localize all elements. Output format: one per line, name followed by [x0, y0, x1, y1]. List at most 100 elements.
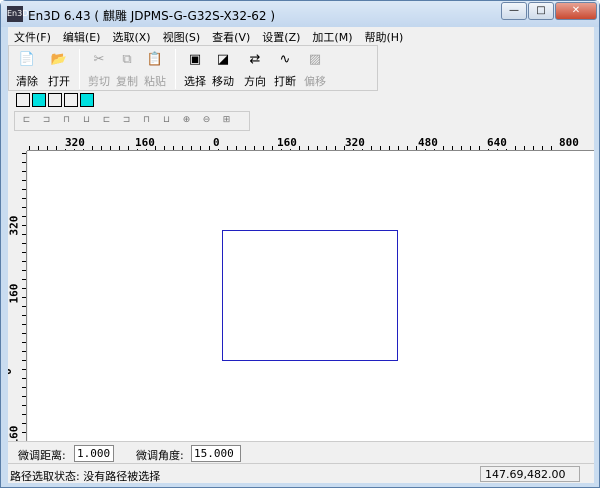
- menu-item[interactable]: 设置(Z): [256, 27, 306, 45]
- select-label: 选择: [184, 75, 206, 88]
- move-button[interactable]: ◪ 移动: [209, 50, 237, 89]
- view-cube-icon[interactable]: [32, 93, 46, 107]
- offset-button[interactable]: ▨ 偏移: [301, 50, 329, 89]
- ruler-tick: [22, 216, 26, 217]
- select-icon: ▣: [188, 52, 202, 67]
- drawing-canvas[interactable]: [28, 151, 594, 441]
- clear-button[interactable]: 📄 清除: [13, 50, 41, 89]
- app-window: En3D En3D 6.43 ( 麒雕 JDPMS-G-G32S-X32-62 …: [0, 0, 600, 488]
- ruler-tick: [533, 146, 534, 150]
- menu-item[interactable]: 帮助(H): [358, 27, 409, 45]
- align-button[interactable]: ⊐: [38, 115, 55, 128]
- status-text: 路径选取状态: 没有路径被选择: [10, 470, 161, 483]
- ruler-top-label: 800 mm: [559, 136, 594, 150]
- ruler-top-label: 320: [65, 136, 85, 149]
- ruler-left-label: 0: [8, 368, 14, 375]
- ruler-tick: [299, 146, 300, 150]
- ruler-tick: [22, 414, 26, 415]
- align-button[interactable]: ⊖: [198, 115, 215, 128]
- cut-icon: ✂: [93, 52, 105, 67]
- align-button[interactable]: ⊕: [178, 115, 195, 128]
- view-cube-icon[interactable]: [16, 93, 30, 107]
- ruler-tick: [461, 146, 462, 150]
- ruler-top-label: 0: [213, 136, 220, 149]
- ruler-tick: [119, 146, 120, 150]
- ruler-tick: [22, 396, 26, 397]
- menu-item[interactable]: 视图(S): [157, 27, 207, 45]
- menu-item[interactable]: 选取(X): [106, 27, 156, 45]
- offset-label: 偏移: [304, 75, 326, 88]
- ruler-tick: [164, 146, 165, 150]
- align-button[interactable]: ⊏: [98, 115, 115, 128]
- minimize-button[interactable]: —: [501, 2, 527, 20]
- ruler-tick: [308, 146, 309, 150]
- paste-label: 粘贴: [144, 75, 166, 88]
- ruler-tick: [407, 146, 408, 150]
- cut-button[interactable]: ✂ 剪切: [85, 50, 113, 89]
- ruler-tick: [443, 146, 444, 150]
- ruler-tick: [245, 146, 246, 150]
- ruler-tick: [22, 225, 26, 226]
- view-cube-icon[interactable]: [80, 93, 94, 107]
- coords-readout: 147.69,482.00: [480, 466, 580, 482]
- ruler-tick: [380, 146, 381, 150]
- ruler-tick: [22, 288, 26, 289]
- maximize-button[interactable]: □: [528, 2, 554, 20]
- select-button[interactable]: ▣ 选择: [181, 50, 209, 89]
- align-button[interactable]: ⊔: [158, 115, 175, 128]
- align-button[interactable]: ⊓: [138, 115, 155, 128]
- direction-button[interactable]: ⇄ 方向: [241, 50, 269, 89]
- ruler-tick: [22, 234, 26, 235]
- ruler-tick: [470, 146, 471, 150]
- ruler-tick: [272, 146, 273, 150]
- open-button[interactable]: 📂 打开: [45, 50, 73, 89]
- break-label: 打断: [274, 75, 296, 88]
- ruler-tick: [128, 146, 129, 150]
- ruler-tick: [22, 306, 26, 307]
- ruler-top-label: 320: [345, 136, 365, 149]
- main-toolbar: 📄 清除 📂 打开 ✂ 剪切 ⧉ 复制 📋 粘贴 ▣ 选择 ◪ 移动 ⇄ 方向 ∿ 打断 ▨ 偏移: [8, 45, 378, 91]
- align-button[interactable]: ⊏: [18, 115, 35, 128]
- ruler-tick: [22, 189, 26, 190]
- view-cube-icon[interactable]: [48, 93, 62, 107]
- ruler-tick: [22, 243, 26, 244]
- separator: [79, 49, 80, 89]
- ruler-tick: [515, 146, 516, 150]
- menu-item[interactable]: 文件(F): [8, 27, 57, 45]
- drawn-rectangle[interactable]: [222, 230, 398, 361]
- view-cube-icon[interactable]: [64, 93, 78, 107]
- ruler-tick: [101, 146, 102, 150]
- angle-input[interactable]: [191, 445, 241, 462]
- paste-button[interactable]: 📋 粘贴: [141, 50, 169, 89]
- ruler-left-label: 160: [8, 425, 21, 441]
- ruler-tick: [47, 146, 48, 150]
- menu-item[interactable]: 查看(V): [206, 27, 256, 45]
- align-button[interactable]: ⊔: [78, 115, 95, 128]
- copy-label: 复制: [116, 75, 138, 88]
- ruler-tick: [22, 270, 26, 271]
- ruler-tick: [22, 180, 26, 181]
- align-button[interactable]: ⊞: [218, 115, 235, 128]
- status-bar: 路径选取状态: 没有路径被选择 147.69,482.00: [8, 463, 594, 483]
- ruler-top-label: 480: [418, 136, 438, 149]
- move-label: 移动: [212, 75, 234, 88]
- align-button[interactable]: ⊓: [58, 115, 75, 128]
- ruler-tick: [155, 146, 156, 150]
- ruler-tick: [92, 146, 93, 150]
- ruler-tick: [22, 207, 26, 208]
- copy-button[interactable]: ⧉ 复制: [113, 50, 141, 89]
- close-button[interactable]: ✕: [555, 2, 597, 20]
- ruler-tick: [22, 261, 26, 262]
- ruler-tick: [254, 146, 255, 150]
- fine-tune-bar: 微调距离: 微调角度:: [8, 441, 594, 463]
- ruler-tick: [263, 146, 264, 150]
- break-button[interactable]: ∿ 打断: [271, 50, 299, 89]
- ruler-tick: [22, 432, 26, 433]
- menu-item[interactable]: 加工(M): [306, 27, 358, 45]
- align-button[interactable]: ⊐: [118, 115, 135, 128]
- ruler-top: 320 160 0 160 320 480 640 800 mm: [27, 134, 594, 151]
- distance-input[interactable]: [74, 445, 114, 462]
- copy-icon: ⧉: [122, 52, 132, 67]
- menu-item[interactable]: 编辑(E): [57, 27, 107, 45]
- ruler-tick: [22, 279, 26, 280]
